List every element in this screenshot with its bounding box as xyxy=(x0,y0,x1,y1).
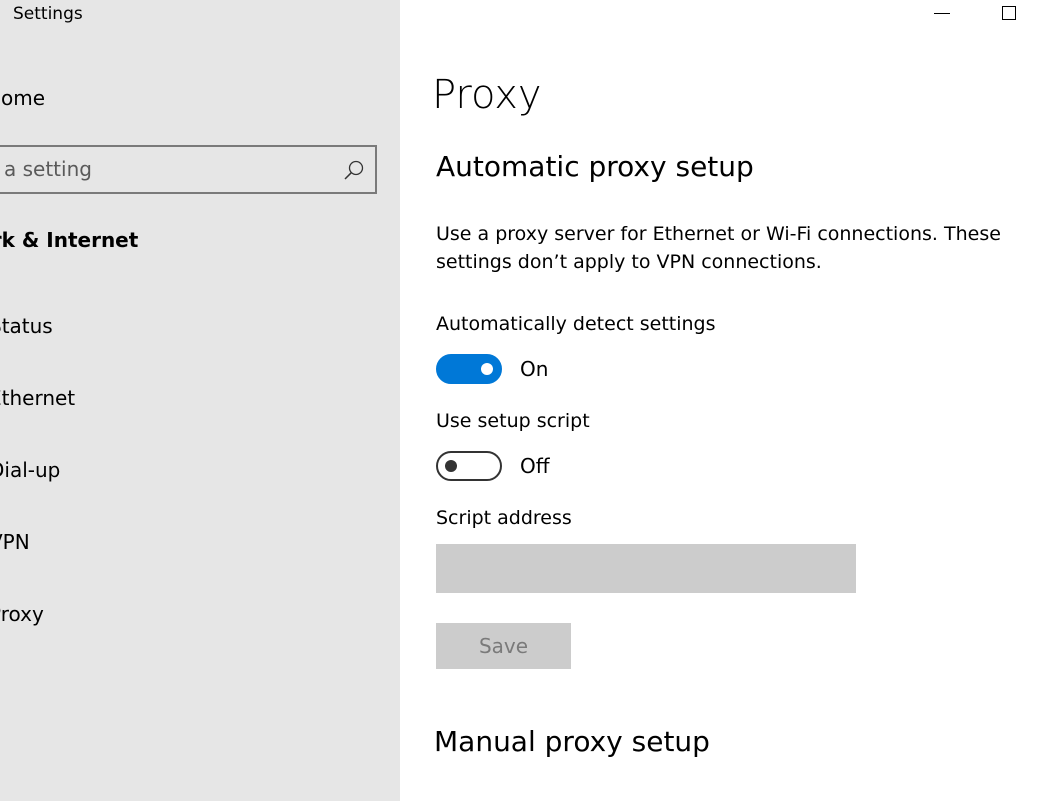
manual-proxy-heading: Manual proxy setup xyxy=(434,725,710,758)
proxy-description: Use a proxy server for Ethernet or Wi-Fi… xyxy=(436,223,1001,273)
sidebar-item-status[interactable]: Status xyxy=(0,314,53,338)
settings-window: Settings Home a setting ork & Internet S… xyxy=(0,0,1044,801)
auto-detect-label: Automatically detect settings xyxy=(436,313,716,335)
sidebar-item-label: VPN xyxy=(0,530,30,554)
automatic-proxy-heading: Automatic proxy setup xyxy=(436,150,754,183)
main-panel: Proxy Automatic proxy setup Use a proxy … xyxy=(400,0,1044,801)
setup-script-label: Use setup script xyxy=(436,410,590,432)
section-heading: ork & Internet xyxy=(0,228,139,252)
search-box[interactable]: a setting xyxy=(0,145,377,194)
save-button[interactable]: Save xyxy=(436,623,571,669)
auto-detect-state: On xyxy=(520,357,549,381)
sidebar-item-label: Status xyxy=(0,314,53,338)
sidebar-item-label: Ethernet xyxy=(0,386,76,410)
sidebar-item-dial-up[interactable]: Dial-up xyxy=(0,458,60,482)
search-icon[interactable] xyxy=(343,159,365,181)
search-input[interactable]: a setting xyxy=(4,157,92,181)
sidebar-item-proxy[interactable]: Proxy xyxy=(0,602,44,626)
toggle-knob xyxy=(445,460,457,472)
script-address-label: Script address xyxy=(436,507,572,529)
setup-script-toggle[interactable] xyxy=(436,451,502,481)
sidebar-item-vpn[interactable]: VPN xyxy=(0,530,30,554)
sidebar-item-home[interactable]: Home xyxy=(0,86,45,110)
page-title: Proxy xyxy=(432,72,542,118)
app-title: Settings xyxy=(13,4,83,24)
sidebar-item-label: Dial-up xyxy=(0,458,61,482)
script-address-input[interactable] xyxy=(436,544,856,593)
sidebar-item-label: Proxy xyxy=(0,602,44,626)
home-label: Home xyxy=(0,86,46,110)
sidebar: Settings Home a setting ork & Internet S… xyxy=(0,0,400,801)
setup-script-state: Off xyxy=(520,454,550,478)
sidebar-item-ethernet[interactable]: Ethernet xyxy=(0,386,75,410)
auto-detect-toggle[interactable] xyxy=(436,354,502,384)
toggle-knob xyxy=(481,363,493,375)
